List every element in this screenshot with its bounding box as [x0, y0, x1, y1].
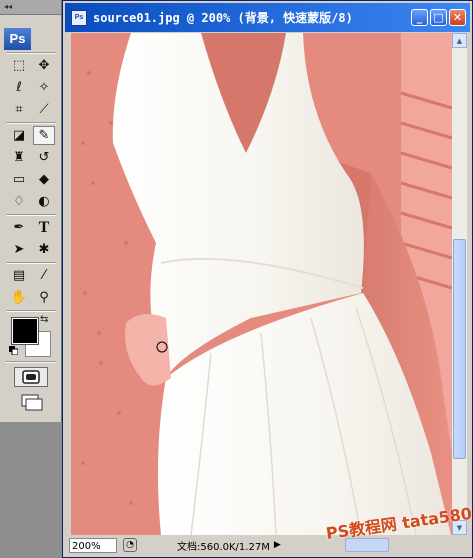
- notes-icon[interactable]: ▤: [8, 266, 30, 285]
- dodge-icon[interactable]: ◐: [33, 192, 55, 211]
- foreground-color-swatch[interactable]: [11, 317, 39, 345]
- swap-colors-icon[interactable]: ⇆: [40, 314, 48, 325]
- screen-mode-icon[interactable]: [20, 393, 44, 411]
- healing-brush-icon[interactable]: ◪: [8, 126, 30, 145]
- quick-mask-icon: [22, 370, 40, 384]
- close-button[interactable]: ✕: [449, 9, 466, 26]
- blur-icon[interactable]: ♢: [8, 192, 30, 211]
- type-icon[interactable]: T: [33, 218, 55, 237]
- custom-shape-icon[interactable]: ✱: [33, 240, 55, 259]
- palette-grip[interactable]: ◂◂: [0, 0, 61, 15]
- document-window: Ps source01.jpg @ 200% (背景, 快速蒙版/8) _ □ …: [62, 0, 473, 558]
- tool-divider: [6, 262, 56, 264]
- tool-divider: [6, 361, 56, 363]
- history-brush-icon[interactable]: ↺: [33, 148, 55, 167]
- hand-icon[interactable]: ✋: [8, 288, 30, 307]
- eyedropper-icon[interactable]: ⁄: [33, 266, 55, 285]
- document-icon: Ps: [71, 9, 87, 26]
- tool-divider: [6, 310, 56, 312]
- eraser-icon[interactable]: ▭: [8, 170, 30, 189]
- path-selection-icon[interactable]: ➤: [8, 240, 30, 259]
- minimize-button[interactable]: _: [411, 9, 428, 26]
- rectangular-marquee-icon[interactable]: ⬚: [8, 56, 30, 75]
- clone-stamp-icon[interactable]: ♜: [8, 148, 30, 167]
- vertical-scroll-thumb[interactable]: [453, 239, 466, 459]
- status-info-icon[interactable]: ◔: [123, 538, 137, 552]
- pen-icon[interactable]: ✒: [8, 218, 30, 237]
- status-bar: 200% ◔ 文档:560.0K/1.27M ▶: [65, 535, 470, 555]
- image-canvas[interactable]: [71, 33, 452, 535]
- zoom-icon[interactable]: ⚲: [33, 288, 55, 307]
- quick-mask-button[interactable]: [14, 367, 48, 387]
- move-icon[interactable]: ✥: [33, 56, 55, 75]
- document-title: source01.jpg @ 200% (背景, 快速蒙版/8): [93, 11, 353, 25]
- status-menu-arrow-icon[interactable]: ▶: [274, 540, 281, 550]
- magic-wand-icon[interactable]: ✧: [33, 78, 55, 97]
- maximize-button[interactable]: □: [430, 9, 447, 26]
- lasso-icon[interactable]: ℓ: [8, 78, 30, 97]
- brush-icon[interactable]: ✎: [33, 126, 55, 145]
- scroll-up-icon[interactable]: ▲: [452, 33, 467, 48]
- tool-divider: [6, 52, 56, 54]
- vertical-scrollbar[interactable]: ▲ ▼: [452, 33, 467, 535]
- default-colors-icon[interactable]: [9, 346, 18, 355]
- tool-divider: [6, 214, 56, 216]
- document-title-bar[interactable]: Ps source01.jpg @ 200% (背景, 快速蒙版/8) _ □ …: [65, 3, 470, 32]
- tools-palette: ◂◂ Ps ⬚ ✥ ℓ ✧ ⌗ ⟋ ◪ ✎ ♜ ↺ ▭ ◆ ♢ ◐ ✒ T ➤ …: [0, 0, 62, 422]
- document-size: 文档:560.0K/1.27M: [177, 541, 270, 553]
- crop-icon[interactable]: ⌗: [8, 100, 30, 119]
- slice-icon[interactable]: ⟋: [33, 100, 55, 119]
- zoom-level-field[interactable]: 200%: [69, 537, 117, 553]
- quick-mask-image: [71, 33, 452, 535]
- photoshop-logo[interactable]: Ps: [4, 28, 31, 50]
- tool-divider: [6, 122, 56, 124]
- paint-bucket-icon[interactable]: ◆: [33, 170, 55, 189]
